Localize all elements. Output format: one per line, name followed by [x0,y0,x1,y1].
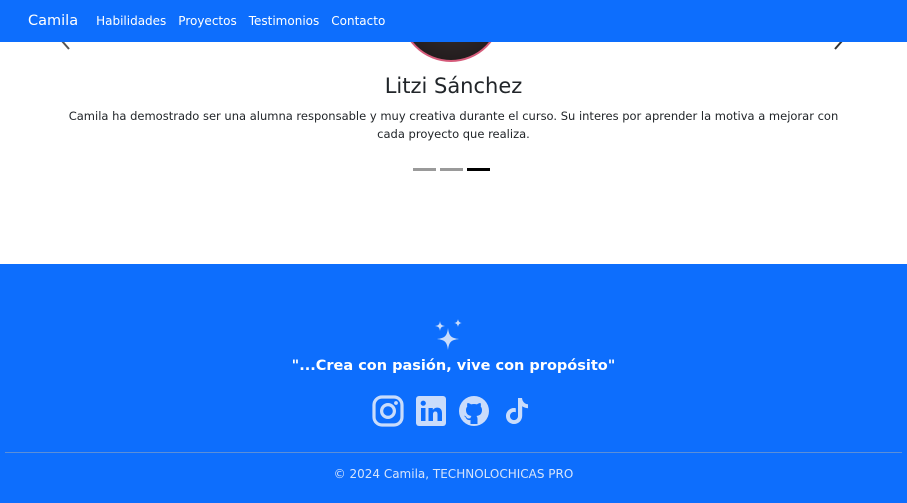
footer-copyright: © 2024 Camila, TECHNOLOCHICAS PRO [333,467,574,481]
footer: "...Crea con pasión, vive con propósito"… [0,264,907,503]
nav-link-proyectos[interactable]: Proyectos [178,14,236,28]
stars-icon [435,319,462,350]
social-links [372,395,533,427]
footer-motto: "...Crea con pasión, vive con propósito" [291,358,616,374]
github-icon[interactable] [458,395,490,427]
tiktok-icon[interactable] [501,395,533,427]
testimonial-quote: Camila ha demostrado ser una alumna resp… [68,109,839,141]
instagram-icon[interactable] [372,395,404,427]
nav-link-testimonios[interactable]: Testimonios [249,14,320,28]
linkedin-icon[interactable] [415,395,447,427]
testimonial-name: Litzi Sánchez [384,74,523,98]
footer-divider [5,452,902,453]
carousel-indicator-3[interactable] [467,168,490,171]
carousel-indicator-1[interactable] [413,168,436,171]
nav-links: Habilidades Proyectos Testimonios Contac… [96,14,385,28]
navbar-brand[interactable]: Camila [28,13,78,29]
nav-link-contacto[interactable]: Contacto [331,14,385,28]
navbar: Camila Habilidades Proyectos Testimonios… [0,0,907,42]
nav-link-habilidades[interactable]: Habilidades [96,14,166,28]
carousel-indicator-2[interactable] [440,168,463,171]
carousel-indicators [413,168,490,171]
